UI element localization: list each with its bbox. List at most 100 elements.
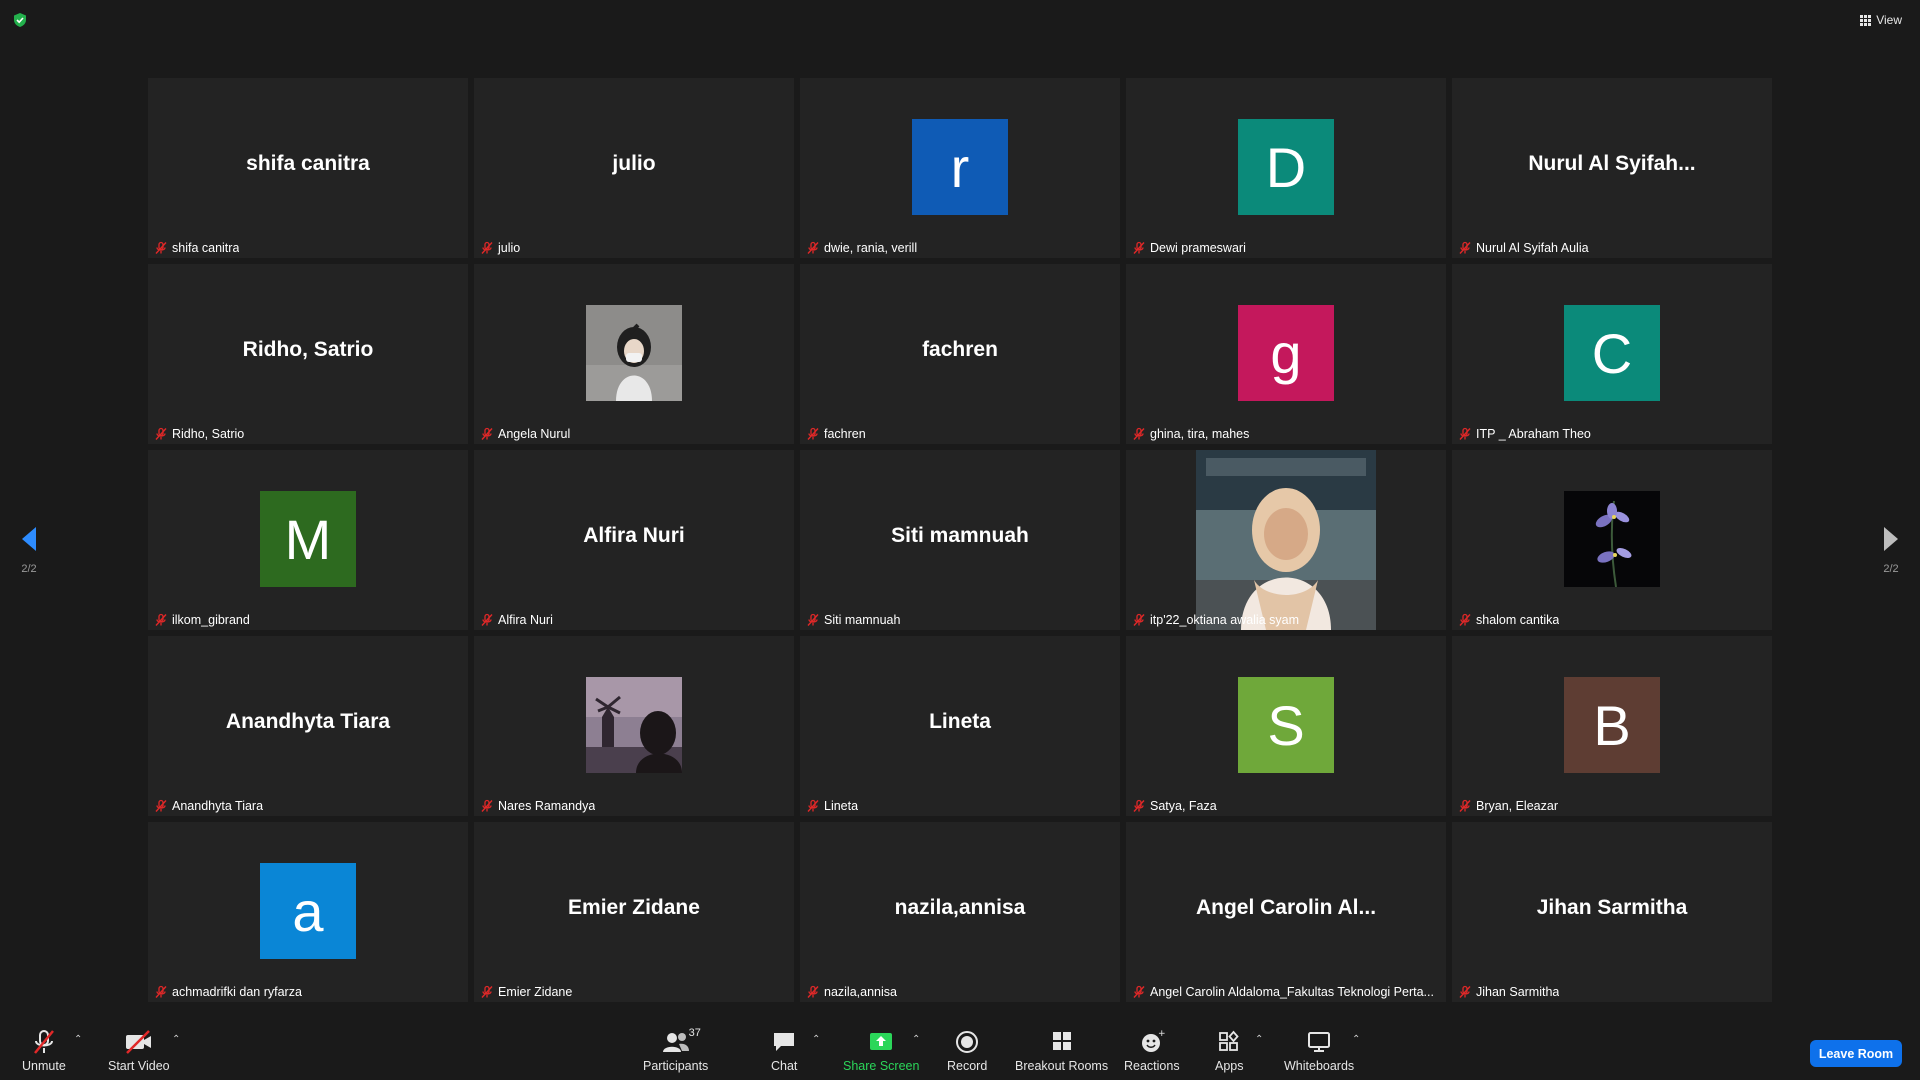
participant-name: itp'22_oktiana awalia syam: [1150, 613, 1299, 627]
participant-tile[interactable]: D Dewi prameswari: [1126, 78, 1446, 258]
participant-tile[interactable]: Lineta Lineta: [800, 636, 1120, 816]
leave-room-button[interactable]: Leave Room: [1810, 1040, 1902, 1067]
participant-tile[interactable]: Milkom_gibrand: [148, 450, 468, 630]
unmute-button[interactable]: Unmute: [22, 1028, 66, 1073]
participant-video: [586, 677, 682, 773]
whiteboard-icon: [1306, 1028, 1332, 1056]
participant-display-name: Nurul Al Syifah...: [1528, 152, 1696, 175]
whiteboards-button[interactable]: Whiteboards: [1284, 1028, 1354, 1073]
share-options-caret[interactable]: ⌃: [912, 1034, 920, 1045]
participant-video: [1564, 491, 1660, 587]
participant-tile[interactable]: B Bryan, Eleazar: [1452, 636, 1772, 816]
apps-button[interactable]: Apps: [1215, 1028, 1244, 1073]
chat-options-caret[interactable]: ⌃: [812, 1034, 820, 1045]
participant-tile[interactable]: Nares Ramandya: [474, 636, 794, 816]
grid-view-icon: [1860, 14, 1872, 26]
participant-display-name: Angel Carolin Al...: [1195, 896, 1377, 919]
participant-avatar: g: [1238, 305, 1334, 401]
share-screen-icon: [867, 1028, 895, 1056]
participant-name-label: fachren: [806, 427, 866, 441]
participant-name-label: Lineta: [806, 799, 858, 813]
participant-tile[interactable]: Siti mamnuah Siti mamnuah: [800, 450, 1120, 630]
record-button[interactable]: Record: [947, 1028, 987, 1073]
participant-display-name: shifa canitra: [246, 152, 370, 175]
participant-name: shifa canitra: [172, 241, 240, 255]
video-options-caret[interactable]: ⌃: [172, 1034, 180, 1045]
participant-name: Siti mamnuah: [824, 613, 901, 627]
participant-name-label: julio: [480, 241, 520, 255]
muted-microphone-icon: [807, 241, 819, 254]
participant-tile[interactable]: g ghina, tira, mahes: [1126, 264, 1446, 444]
participant-name: Nares Ramandya: [498, 799, 596, 813]
participant-tile[interactable]: Angela Nurul: [474, 264, 794, 444]
participant-display-name: Alfira Nuri: [583, 524, 685, 547]
audio-options-caret[interactable]: ⌃: [74, 1034, 82, 1045]
reactions-icon: +: [1138, 1028, 1166, 1056]
participant-tile[interactable]: itp'22_oktiana awalia syam: [1126, 450, 1446, 630]
reactions-button[interactable]: + Reactions: [1124, 1028, 1180, 1073]
participant-avatar: B: [1564, 677, 1660, 773]
participant-tile[interactable]: Angel Carolin Al... Angel Carolin Aldalom…: [1126, 822, 1446, 1002]
muted-microphone-icon: [1133, 985, 1145, 998]
participant-avatar: r: [912, 119, 1008, 215]
participant-display-name: Lineta: [929, 710, 991, 733]
participant-tile[interactable]: fachren fachren: [800, 264, 1120, 444]
share-screen-button[interactable]: Share Screen: [843, 1028, 919, 1073]
participant-name-label: Angela Nurul: [480, 427, 570, 441]
participant-name: ilkom_gibrand: [172, 613, 250, 627]
previous-page-button[interactable]: 2/2: [14, 524, 44, 575]
shield-check-icon[interactable]: [12, 12, 28, 28]
participant-tile[interactable]: Jihan Sarmitha Jihan Sarmitha: [1452, 822, 1772, 1002]
view-button[interactable]: View: [1860, 10, 1902, 30]
participant-tile[interactable]: shalom cantika: [1452, 450, 1772, 630]
participant-tile[interactable]: a achmadrifki dan ryfarza: [148, 822, 468, 1002]
participant-name-label: dwie, rania, verill: [806, 241, 917, 255]
participant-tile[interactable]: S Satya, Faza: [1126, 636, 1446, 816]
participant-display-name: fachren: [922, 338, 998, 361]
participant-tile[interactable]: Alfira Nuri Alfira Nuri: [474, 450, 794, 630]
participant-name: Satya, Faza: [1150, 799, 1217, 813]
muted-microphone-icon: [1133, 241, 1145, 254]
participant-name-label: Angel Carolin Aldaloma_Fakultas Teknolog…: [1132, 985, 1434, 999]
next-page-button[interactable]: 2/2: [1876, 524, 1906, 575]
muted-microphone-icon: [1459, 241, 1471, 254]
chat-button[interactable]: Chat: [771, 1028, 797, 1073]
participant-tile[interactable]: Ridho, Satrio Ridho, Satrio: [148, 264, 468, 444]
muted-microphone-icon: [1459, 613, 1471, 626]
participant-avatar: D: [1238, 119, 1334, 215]
participant-name-label: nazila,annisa: [806, 985, 897, 999]
participants-button[interactable]: 37 Participants: [643, 1027, 708, 1073]
participant-avatar: a: [260, 863, 356, 959]
participant-video: [586, 305, 682, 401]
muted-microphone-icon: [807, 985, 819, 998]
whiteboards-options-caret[interactable]: ⌃: [1352, 1034, 1360, 1045]
muted-microphone-icon: [481, 241, 493, 254]
participant-name: ITP _ Abraham Theo: [1476, 427, 1591, 441]
start-video-button[interactable]: Start Video: [108, 1028, 170, 1073]
participant-name-label: ITP _ Abraham Theo: [1458, 427, 1591, 441]
participant-tile[interactable]: Nurul Al Syifah... Nurul Al Syifah Aulia: [1452, 78, 1772, 258]
participant-tile[interactable]: r dwie, rania, verill: [800, 78, 1120, 258]
participant-tile[interactable]: Emier Zidane Emier Zidane: [474, 822, 794, 1002]
participant-name-label: Nurul Al Syifah Aulia: [1458, 241, 1589, 255]
participant-name: fachren: [824, 427, 866, 441]
participant-name: Angela Nurul: [498, 427, 571, 441]
muted-microphone-icon: [1133, 427, 1145, 440]
apps-options-caret[interactable]: ⌃: [1255, 1034, 1263, 1045]
participant-display-name: Siti mamnuah: [891, 524, 1029, 547]
muted-microphone-icon: [807, 427, 819, 440]
participant-tile[interactable]: nazila,annisa nazila,annisa: [800, 822, 1120, 1002]
participant-name-label: achmadrifki dan ryfarza: [154, 985, 302, 999]
participant-tile[interactable]: C ITP _ Abraham Theo: [1452, 264, 1772, 444]
participant-name: dwie, rania, verill: [824, 241, 918, 255]
participant-tile[interactable]: julio julio: [474, 78, 794, 258]
participant-name: shalom cantika: [1476, 613, 1560, 627]
record-icon: [954, 1028, 980, 1056]
participant-name: Alfira Nuri: [498, 613, 553, 627]
chat-icon: [771, 1028, 797, 1056]
breakout-rooms-button[interactable]: Breakout Rooms: [1015, 1028, 1108, 1073]
participant-tile[interactable]: shifa canitra shifa canitra: [148, 78, 468, 258]
participant-tile[interactable]: Anandhyta Tiara Anandhyta Tiara: [148, 636, 468, 816]
svg-text:+: +: [1158, 1029, 1166, 1039]
participant-name-label: Bryan, Eleazar: [1458, 799, 1558, 813]
